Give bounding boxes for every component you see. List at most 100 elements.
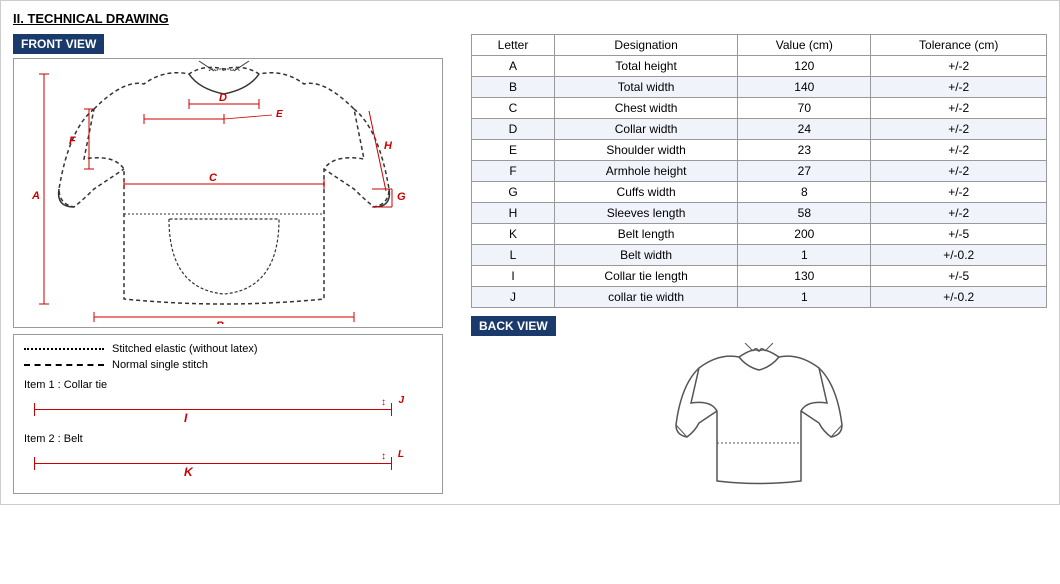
garment-front-svg: A B C D [14,59,434,324]
col-tolerance-header: Tolerance (cm) [871,35,1047,56]
table-header-row: Letter Designation Value (cm) Tolerance … [472,35,1047,56]
svg-text:B: B [216,320,224,324]
table-row: A Total height 120 +/-2 [472,56,1047,77]
collar-tie-arrow-right [391,403,392,416]
cell-value: 1 [738,245,871,266]
cell-value: 130 [738,266,871,287]
left-panel: FRONT VIEW [13,34,463,494]
cell-tolerance: +/-5 [871,266,1047,287]
cell-letter: C [472,98,555,119]
table-row: L Belt width 1 +/-0.2 [472,245,1047,266]
col-designation-header: Designation [555,35,738,56]
cell-value: 23 [738,140,871,161]
svg-text:E: E [276,109,283,120]
cell-designation: Total width [555,77,738,98]
collar-tie-diagram: J ↕ I [24,393,432,425]
garment-front-drawing: A B C D [13,58,443,328]
collar-tie-line [34,409,392,410]
legend-dotted-item: Stitched elastic (without latex) [24,343,432,355]
cell-designation: Shoulder width [555,140,738,161]
cell-designation: Chest width [555,98,738,119]
table-row: C Chest width 70 +/-2 [472,98,1047,119]
belt-line [34,463,392,464]
cell-value: 200 [738,224,871,245]
cell-designation: Collar tie length [555,266,738,287]
cell-value: 24 [738,119,871,140]
cell-tolerance: +/-2 [871,56,1047,77]
cell-tolerance: +/-2 [871,119,1047,140]
cell-value: 120 [738,56,871,77]
belt-diagram: L ↕ K [24,447,432,479]
cell-letter: K [472,224,555,245]
section-title: II. TECHNICAL DRAWING [13,11,1047,26]
belt-l-arrow: ↕ [381,451,386,462]
cell-letter: G [472,182,555,203]
cell-value: 8 [738,182,871,203]
cell-tolerance: +/-2 [871,182,1047,203]
cell-tolerance: +/-2 [871,77,1047,98]
table-row: D Collar width 24 +/-2 [472,119,1047,140]
table-row: B Total width 140 +/-2 [472,77,1047,98]
cell-designation: Belt width [555,245,738,266]
cell-tolerance: +/-0.2 [871,287,1047,308]
collar-tie-j-letter: J [398,395,404,406]
table-row: F Armhole height 27 +/-2 [472,161,1047,182]
cell-designation: Armhole height [555,161,738,182]
belt-k-letter: K [184,465,193,479]
svg-text:H: H [384,140,393,152]
belt-section: Item 2 : Belt L ↕ K [24,433,432,479]
cell-letter: B [472,77,555,98]
cell-tolerance: +/-5 [871,224,1047,245]
belt-arrow-right [391,457,392,470]
table-row: J collar tie width 1 +/-0.2 [472,287,1047,308]
legend-dashed-item: Normal single stitch [24,359,432,371]
cell-letter: J [472,287,555,308]
page: II. TECHNICAL DRAWING FRONT VIEW [0,0,1060,505]
svg-text:D: D [219,92,227,104]
cell-letter: E [472,140,555,161]
cell-letter: H [472,203,555,224]
cell-designation: Belt length [555,224,738,245]
front-view-label: FRONT VIEW [13,34,104,54]
cell-tolerance: +/-2 [871,98,1047,119]
svg-text:F: F [69,135,76,147]
back-view-svg [649,343,869,488]
collar-tie-j-arrow: ↕ [381,397,386,408]
back-view-drawing [471,340,1047,490]
table-row: H Sleeves length 58 +/-2 [472,203,1047,224]
svg-text:C: C [209,172,218,184]
cell-value: 27 [738,161,871,182]
cell-letter: D [472,119,555,140]
table-row: I Collar tie length 130 +/-5 [472,266,1047,287]
cell-letter: A [472,56,555,77]
cell-letter: F [472,161,555,182]
col-letter-header: Letter [472,35,555,56]
main-layout: FRONT VIEW [13,34,1047,494]
table-row: K Belt length 200 +/-5 [472,224,1047,245]
dotted-line-icon [24,348,104,350]
cell-designation: Collar width [555,119,738,140]
svg-text:G: G [397,191,406,203]
cell-value: 70 [738,98,871,119]
belt-label: Item 2 : Belt [24,433,432,445]
back-view-label: BACK VIEW [471,316,556,336]
legend-box: Stitched elastic (without latex) Normal … [13,334,443,494]
legend-dotted-text: Stitched elastic (without latex) [112,343,258,355]
cell-designation: collar tie width [555,287,738,308]
cell-letter: I [472,266,555,287]
cell-designation: Cuffs width [555,182,738,203]
collar-tie-i-letter: I [184,411,187,425]
collar-tie-section: Item 1 : Collar tie J ↕ I [24,379,432,425]
cell-tolerance: +/-2 [871,203,1047,224]
belt-l-letter: L [398,449,404,460]
collar-tie-label: Item 1 : Collar tie [24,379,432,391]
table-row: G Cuffs width 8 +/-2 [472,182,1047,203]
cell-tolerance: +/-2 [871,161,1047,182]
table-row: E Shoulder width 23 +/-2 [472,140,1047,161]
cell-letter: L [472,245,555,266]
cell-value: 58 [738,203,871,224]
dashed-line-icon [24,364,104,366]
cell-value: 140 [738,77,871,98]
cell-value: 1 [738,287,871,308]
measurements-table: Letter Designation Value (cm) Tolerance … [471,34,1047,308]
